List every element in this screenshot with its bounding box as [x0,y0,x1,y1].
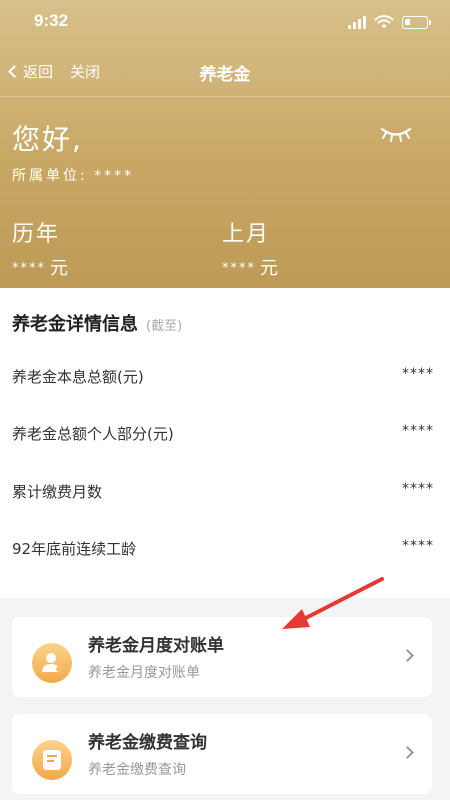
detail-row: 养老金总额个人部分(元) **** [0,423,450,453]
chevron-right-icon [401,649,414,662]
stat-value-last-month: **** 元 [222,254,278,280]
detail-row: 养老金本息总额(元) **** [0,366,450,396]
detail-section: 养老金详情信息 (截至) 养老金本息总额(元) **** 养老金总额个人部分(元)… [0,288,450,598]
page-title: 养老金 [199,65,251,85]
card-title: 养老金缴费查询 [88,733,207,753]
detail-row-value: **** [402,366,434,382]
detail-row-label: 累计缴费月数 [12,483,103,501]
detail-row-label: 养老金总额个人部分(元) [12,425,174,443]
detail-row-value: **** [402,538,434,554]
document-icon [32,740,72,780]
wifi-icon [374,14,394,28]
annotation-arrow-icon [282,577,384,629]
status-bar: 9:32 [0,0,450,44]
stat-unit-last-month: 元 [260,258,278,279]
status-time: 9:32 [34,11,69,30]
stat-value-history: **** 元 [12,254,68,280]
stat-mask-last-month: **** [222,261,256,276]
detail-row-value: **** [402,423,434,439]
detail-row-label: 养老金本息总额(元) [12,368,144,386]
battery-icon [402,15,431,29]
nav-bar: 返回 关闭 养老金 [0,52,450,92]
stat-label-last-month: 上月 [222,222,271,247]
system-icons [348,12,431,32]
card-subtitle: 养老金缴费查询 [88,762,186,778]
detail-row-value: **** [402,481,434,497]
nav-divider [0,96,450,97]
detail-title: 养老金详情信息 (截至) [12,310,182,336]
stat-unit-history: 元 [50,258,68,279]
unit-label: 所属单位: [12,168,88,184]
card-title: 养老金月度对账单 [88,636,224,656]
detail-row: 92年底前连续工龄 **** [0,538,450,568]
detail-row: 累计缴费月数 **** [0,481,450,511]
stat-label-history: 历年 [12,222,61,247]
signal-icon [348,15,366,29]
payment-query-card[interactable]: 养老金缴费查询 养老金缴费查询 [12,714,432,794]
eye-closed-icon[interactable] [380,124,412,144]
card-subtitle: 养老金月度对账单 [88,665,200,681]
stat-mask-history: **** [12,261,46,276]
person-icon [32,643,72,683]
unit-info: 所属单位: **** [12,165,134,185]
detail-subtitle: (截至) [146,319,183,334]
greeting-text: 您好, [12,123,83,156]
chevron-right-icon [401,746,414,759]
detail-row-label: 92年底前连续工龄 [12,540,137,558]
unit-value: **** [94,168,135,184]
detail-title-text: 养老金详情信息 [12,314,138,335]
